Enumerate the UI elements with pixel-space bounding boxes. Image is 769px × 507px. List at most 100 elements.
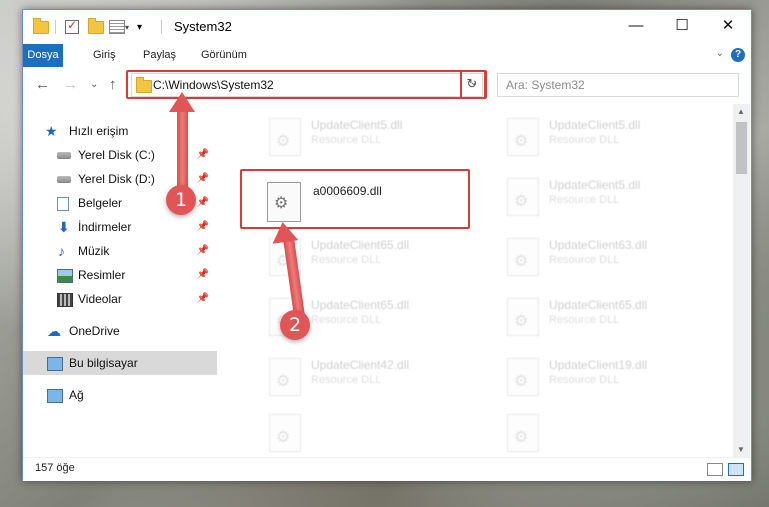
file-item[interactable]: ⚙ UpdateClient63.dll Resource DLL <box>501 234 711 278</box>
file-highlight-box <box>240 169 470 229</box>
pin-icon[interactable]: 📌 <box>197 167 209 191</box>
pin-icon[interactable]: 📌 <box>197 215 209 239</box>
rename-icon[interactable]: ▾ <box>109 18 129 36</box>
maximize-button[interactable]: ☐ <box>659 10 705 42</box>
file-item[interactable]: ⚙ UpdateClient5.dll Resource DLL <box>501 174 711 218</box>
file-item[interactable]: ⚙ UpdateClient19.dll Resource DLL <box>501 354 711 398</box>
pin-icon[interactable]: 📌 <box>197 263 209 287</box>
refresh-highlight-box <box>460 70 487 99</box>
sidebar-item-label: Müzik <box>78 244 110 258</box>
sidebar-item-label: Resimler <box>78 268 126 282</box>
sidebar-item-label: Yerel Disk (D:) <box>78 172 155 186</box>
cloud-icon: ☁ <box>47 323 61 339</box>
star-icon: ★ <box>45 123 58 139</box>
expand-ribbon-icon[interactable]: ⌄ <box>716 48 724 59</box>
file-item[interactable]: ⚙ UpdateClient5.dll Resource DLL <box>263 114 473 158</box>
item-count: 157 öğe <box>35 462 75 474</box>
pin-icon[interactable]: 📌 <box>197 191 209 215</box>
scroll-up-icon[interactable]: ▲ <box>737 107 745 116</box>
file-name: UpdateClient65.dll <box>311 238 410 252</box>
dll-file-icon: ⚙ <box>507 298 539 336</box>
file-name: UpdateClient5.dll <box>549 118 641 132</box>
file-item[interactable]: ⚙ UpdateClient5.dll Resource DLL <box>501 114 711 158</box>
file-item[interactable]: ⚙ <box>501 410 711 454</box>
file-type: Resource DLL <box>549 314 620 326</box>
dll-file-icon: ⚙ <box>269 414 301 452</box>
properties-check-icon[interactable] <box>65 18 79 36</box>
drive-icon <box>57 176 71 183</box>
sidebar-item-videos[interactable]: Videolar 📌 <box>23 287 217 311</box>
ribbon-tabs: Dosya Giriş Paylaş Görünüm ⌄ ? <box>23 44 751 68</box>
pin-icon[interactable]: 📌 <box>197 287 209 311</box>
sidebar-item-label: Yerel Disk (C:) <box>78 148 155 162</box>
file-item[interactable]: ⚙ UpdateClient65.dll Resource DLL <box>501 294 711 338</box>
file-type: Resource DLL <box>549 194 620 206</box>
pin-icon[interactable]: 📌 <box>197 239 209 263</box>
search-placeholder: Ara: System32 <box>506 78 585 92</box>
sidebar-item-this-pc[interactable]: Bu bilgisayar <box>23 351 217 375</box>
vertical-scrollbar[interactable]: ▲ ▼ <box>733 104 750 457</box>
back-arrow-icon[interactable]: ← <box>35 76 50 93</box>
tab-home[interactable]: Giriş <box>85 44 124 67</box>
network-icon <box>47 389 63 403</box>
file-name: UpdateClient65.dll <box>549 298 648 312</box>
sidebar-item-label: Bu bilgisayar <box>69 356 138 370</box>
callout-arrowhead-1 <box>169 92 195 112</box>
qa-separator <box>55 18 56 36</box>
large-icons-view-icon[interactable] <box>728 463 744 476</box>
sidebar-item-label: Hızlı erişim <box>69 124 129 138</box>
sidebar-item-pictures[interactable]: Resimler 📌 <box>23 263 217 287</box>
quick-access-folder-icon[interactable] <box>33 17 49 36</box>
scroll-down-icon[interactable]: ▼ <box>737 445 745 454</box>
documents-icon <box>57 197 69 211</box>
up-arrow-icon[interactable]: ↑ <box>109 76 117 93</box>
dll-file-icon: ⚙ <box>507 238 539 276</box>
sidebar-item-onedrive[interactable]: ☁ OneDrive <box>23 319 217 343</box>
customize-toolbar-icon[interactable]: ▾ <box>137 18 142 36</box>
details-view-icon[interactable] <box>707 463 723 476</box>
music-icon: ♪ <box>58 243 65 259</box>
scroll-thumb[interactable] <box>736 122 747 174</box>
file-type: Resource DLL <box>549 134 620 146</box>
tab-share[interactable]: Paylaş <box>135 44 184 67</box>
dll-file-icon: ⚙ <box>507 118 539 156</box>
videos-icon <box>57 293 73 307</box>
help-icon[interactable]: ? <box>731 48 745 62</box>
callout-arrow-1 <box>177 104 188 194</box>
file-item[interactable]: ⚙ UpdateClient42.dll Resource DLL <box>263 354 473 398</box>
sidebar-item-music[interactable]: ♪ Müzik 📌 <box>23 239 217 263</box>
search-input[interactable]: Ara: System32 <box>497 73 739 97</box>
sidebar-item-label: Belgeler <box>78 196 123 210</box>
pin-icon[interactable]: 📌 <box>197 143 209 167</box>
recent-locations-chevron-icon[interactable]: ⌄ <box>90 79 98 90</box>
dll-file-icon: ⚙ <box>269 118 301 156</box>
drive-icon <box>57 152 71 159</box>
new-folder-icon[interactable] <box>88 17 104 36</box>
callout-badge-1: 1 <box>166 185 196 215</box>
callout-arrowhead-2 <box>269 220 299 244</box>
sidebar-item-network[interactable]: Ağ <box>23 383 217 407</box>
tab-file[interactable]: Dosya <box>23 44 63 67</box>
file-name: UpdateClient5.dll <box>549 178 641 192</box>
forward-arrow-icon[interactable]: → <box>63 76 78 93</box>
file-type: Resource DLL <box>311 254 382 266</box>
file-type: Resource DLL <box>549 254 620 266</box>
dll-file-icon: ⚙ <box>507 358 539 396</box>
title-bar: ▾ ▾ System32 — ☐ ✕ <box>23 10 751 44</box>
sidebar-item-downloads[interactable]: ⬇ İndirmeler 📌 <box>23 215 217 239</box>
file-name: UpdateClient19.dll <box>549 358 648 372</box>
dll-file-icon: ⚙ <box>269 358 301 396</box>
minimize-button[interactable]: — <box>613 10 659 42</box>
file-type: Resource DLL <box>311 374 382 386</box>
sidebar-item-label: Ağ <box>69 388 84 402</box>
sidebar-item-label: OneDrive <box>69 324 120 338</box>
file-item[interactable]: ⚙ <box>263 410 473 454</box>
tab-view[interactable]: Görünüm <box>193 44 255 67</box>
close-button[interactable]: ✕ <box>705 10 751 42</box>
navigation-bar: ← → ⌄ ↑ C:\Windows\System32 ⌄ ↻ Ara: Sys… <box>23 67 751 103</box>
file-type: Resource DLL <box>311 314 382 326</box>
dll-file-icon: ⚙ <box>507 178 539 216</box>
callout-badge-2: 2 <box>280 310 310 340</box>
sidebar-item-label: İndirmeler <box>78 220 132 234</box>
window-title: System32 <box>174 19 232 34</box>
